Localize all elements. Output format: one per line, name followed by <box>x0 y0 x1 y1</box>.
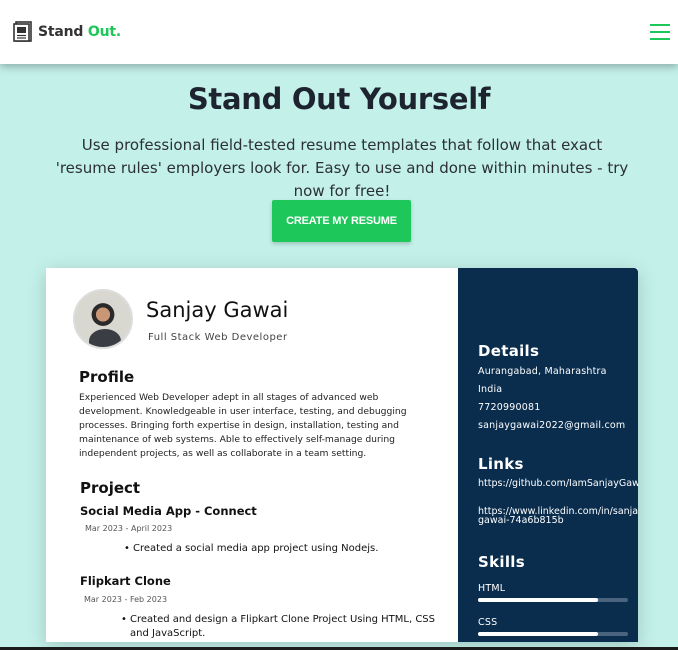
brand-logo[interactable]: Stand Out. <box>13 21 121 42</box>
project-name: Social Media App - Connect <box>80 504 257 518</box>
profile-text: Experienced Web Developer adept in all s… <box>79 392 407 459</box>
project-bullet: Created and design a Flipkart Clone Proj… <box>121 613 440 641</box>
detail-country: India <box>478 384 503 395</box>
hero-title: Stand Out Yourself <box>187 82 491 116</box>
linkedin-link[interactable]: https://www.linkedin.com/in/sanjay-gawai… <box>478 507 638 526</box>
project-bullet: Created a social media app project using… <box>124 542 443 556</box>
avatar <box>73 289 133 349</box>
cv-document-icon <box>13 21 32 42</box>
skill-level-fill <box>478 632 598 636</box>
detail-email: sanjaygawai2022@gmail.com <box>478 420 626 431</box>
github-link[interactable]: https://github.com/IamSanjayGawai <box>478 479 638 489</box>
skill-name: CSS <box>478 617 498 628</box>
brand-main: Stand <box>38 23 84 40</box>
top-navbar: Stand Out. <box>0 0 678 64</box>
resume-preview[interactable]: Sanjay Gawai Full Stack Web Developer Pr… <box>46 268 638 642</box>
skill-level-bar <box>478 632 628 636</box>
skill-name: HTML <box>478 583 506 594</box>
hero-subtitle: Use professional field-tested resume tem… <box>55 136 629 200</box>
project-heading: Project <box>80 479 141 497</box>
skill-level-fill <box>478 598 598 602</box>
skills-heading: Skills <box>478 553 525 571</box>
resume-sidebar: Details Aurangabad, Maharashtra India 77… <box>458 268 638 642</box>
hamburger-menu-icon[interactable] <box>650 24 670 40</box>
brand-accent: Out. <box>87 23 121 40</box>
detail-phone: 7720990081 <box>478 402 541 413</box>
links-heading: Links <box>478 455 524 473</box>
profile-heading: Profile <box>79 368 135 386</box>
resume-job-title: Full Stack Web Developer <box>148 332 288 343</box>
details-heading: Details <box>478 342 540 360</box>
resume-name: Sanjay Gawai <box>146 298 289 322</box>
project-dates: Mar 2023 - Feb 2023 <box>84 595 168 604</box>
resume-main-column: Sanjay Gawai Full Stack Web Developer Pr… <box>46 268 458 642</box>
brand-name: Stand Out. <box>38 24 121 40</box>
skill-level-bar <box>478 598 628 602</box>
project-dates: Mar 2023 - April 2023 <box>85 524 173 533</box>
create-resume-button[interactable]: CREATE MY RESUME <box>272 200 411 242</box>
detail-city: Aurangabad, Maharashtra <box>478 366 607 377</box>
project-name: Flipkart Clone <box>80 574 171 588</box>
